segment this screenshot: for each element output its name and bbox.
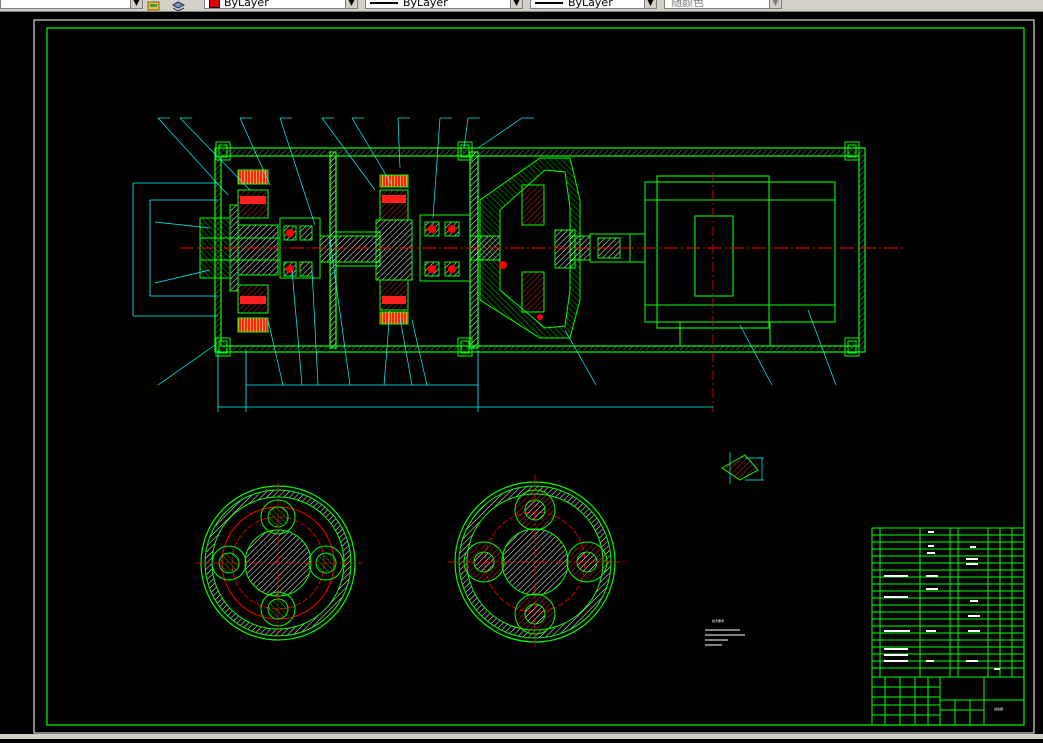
status-strip [0,734,1043,739]
linetype-combo[interactable]: ByLayer ▼ [365,0,523,9]
section-view-a [195,482,362,645]
title-block-text-marks [884,531,1000,670]
color-swatch [209,0,220,8]
lineweight-combo[interactable]: ByLayer ▼ [530,0,657,9]
chevron-down-icon[interactable]: ▼ [644,0,656,8]
color-combo-value: ByLayer [224,0,269,9]
title-block-name: 减速器 [994,706,1003,711]
drawing-canvas[interactable]: 技术要求 减速器 [0,12,1043,739]
intermediate-shaft [319,231,381,267]
chevron-down-icon[interactable]: ▼ [510,0,522,8]
technical-notes: 技术要求 [705,618,745,646]
color-combo[interactable]: ByLayer ▼ [204,0,358,9]
main-section-view [132,117,905,412]
stage2-gears [375,174,413,325]
detail-view [721,452,764,484]
linetype-combo-value: ByLayer [403,0,448,9]
title-block: 减速器 [871,527,1025,726]
layer-manager-icon[interactable] [172,0,186,11]
lineweight-swatch [535,2,563,4]
linetype-swatch [370,2,398,4]
layer-previous-icon[interactable] [147,0,160,11]
section-view-b [448,475,625,650]
chevron-down-icon[interactable]: ▼ [769,0,781,8]
properties-toolbar: ▼ ByLayer ▼ ByLayer ▼ ByLayer ▼ 随颜色 ▼ [0,0,1043,12]
lineweight-combo-value: ByLayer [568,0,613,9]
notes-title: 技术要求 [712,618,724,623]
layer-combo-tail[interactable]: ▼ [0,0,143,9]
chevron-down-icon[interactable]: ▼ [130,0,142,8]
plotstyle-combo-value: 随颜色 [671,0,704,9]
cad-drawing: 技术要求 减速器 [33,19,1035,734]
plotstyle-combo[interactable]: 随颜色 ▼ [664,0,782,9]
chevron-down-icon[interactable]: ▼ [345,0,357,8]
